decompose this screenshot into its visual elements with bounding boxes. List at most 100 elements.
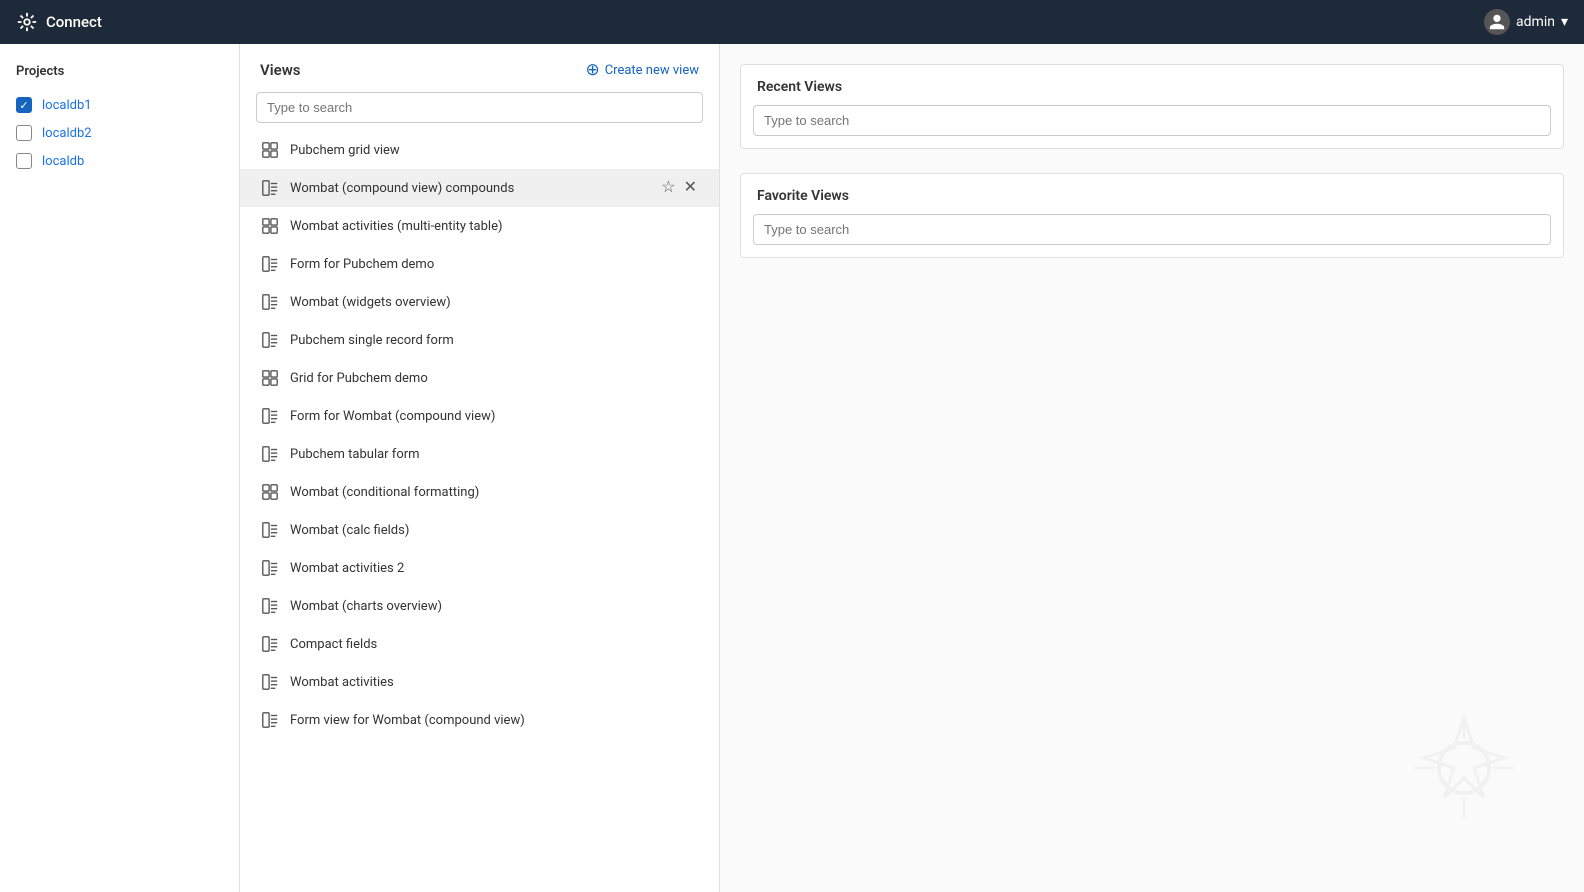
- close-button[interactable]: ✕: [682, 254, 699, 274]
- view-label: Wombat (widgets overview): [290, 295, 649, 310]
- favorite-views-search-input[interactable]: [753, 214, 1551, 245]
- view-label: Wombat activities 2: [290, 561, 649, 576]
- view-item[interactable]: Pubchem tabular form ☆ ✕: [240, 435, 719, 473]
- star-button[interactable]: ☆: [659, 368, 677, 388]
- close-button[interactable]: ✕: [682, 520, 699, 540]
- views-list: Pubchem grid view ☆ ✕ Wombat (compound v…: [240, 131, 719, 892]
- star-button[interactable]: ☆: [659, 292, 677, 312]
- sidebar: Projects localdb1 localdb2 localdb: [0, 44, 240, 892]
- view-item[interactable]: Wombat (conditional formatting) ☆ ✕: [240, 473, 719, 511]
- view-item[interactable]: Pubchem single record form ☆ ✕: [240, 321, 719, 359]
- form-icon: [260, 254, 280, 274]
- favorite-views-section: Favorite Views: [740, 173, 1564, 258]
- star-button[interactable]: ☆: [659, 672, 677, 692]
- close-button[interactable]: ✕: [682, 292, 699, 312]
- view-item[interactable]: Form view for Wombat (compound view) ☆ ✕: [240, 701, 719, 739]
- star-button[interactable]: ☆: [659, 596, 677, 616]
- form-icon: [260, 406, 280, 426]
- close-button[interactable]: ✕: [682, 558, 699, 578]
- close-button[interactable]: ✕: [682, 216, 699, 236]
- view-item[interactable]: Grid for Pubchem demo ☆ ✕: [240, 359, 719, 397]
- view-label: Wombat (conditional formatting): [290, 485, 649, 500]
- form-icon: [260, 596, 280, 616]
- sidebar-item-localdb2[interactable]: localdb2: [0, 119, 239, 147]
- star-button[interactable]: ☆: [659, 254, 677, 274]
- views-search-container: [256, 92, 703, 123]
- view-label: Pubchem single record form: [290, 333, 649, 348]
- sidebar-item-localdb1[interactable]: localdb1: [0, 91, 239, 119]
- views-search-input[interactable]: [256, 92, 703, 123]
- navbar-user[interactable]: admin ▾: [1484, 9, 1568, 35]
- recent-views-search-input[interactable]: [753, 105, 1551, 136]
- sidebar-checkbox-localdb1[interactable]: [16, 97, 32, 113]
- view-item[interactable]: Form for Wombat (compound view) ☆ ✕: [240, 397, 719, 435]
- star-button[interactable]: ☆: [659, 634, 677, 654]
- sidebar-item-label-localdb2: localdb2: [42, 126, 92, 141]
- avatar: [1484, 9, 1510, 35]
- star-button[interactable]: ☆: [659, 406, 677, 426]
- user-chevron-icon: ▾: [1561, 14, 1568, 30]
- star-button[interactable]: ☆: [659, 710, 677, 730]
- navbar-brand: Connect: [16, 11, 102, 33]
- view-label: Wombat (compound view) compounds: [290, 181, 649, 196]
- favorite-views-search-container: [741, 214, 1563, 257]
- close-button[interactable]: ✕: [682, 406, 699, 426]
- watermark: [1404, 708, 1524, 832]
- view-label: Compact fields: [290, 637, 649, 652]
- close-button[interactable]: ✕: [682, 368, 699, 388]
- view-item[interactable]: Form for Pubchem demo ☆ ✕: [240, 245, 719, 283]
- app-name: Connect: [46, 13, 102, 31]
- app-logo-icon: [16, 11, 38, 33]
- view-item[interactable]: Wombat (calc fields) ☆ ✕: [240, 511, 719, 549]
- sidebar-title: Projects: [0, 64, 239, 91]
- sidebar-checkbox-localdb2[interactable]: [16, 125, 32, 141]
- close-button[interactable]: ✕: [682, 178, 699, 198]
- close-button[interactable]: ✕: [682, 634, 699, 654]
- sidebar-item-label-localdb: localdb: [42, 154, 84, 169]
- view-item[interactable]: Pubchem grid view ☆ ✕: [240, 131, 719, 169]
- close-button[interactable]: ✕: [682, 596, 699, 616]
- star-button[interactable]: ☆: [659, 558, 677, 578]
- close-button[interactable]: ✕: [682, 444, 699, 464]
- view-item[interactable]: Wombat (charts overview) ☆ ✕: [240, 587, 719, 625]
- grid-icon: [260, 216, 280, 236]
- recent-views-title: Recent Views: [741, 65, 1563, 105]
- close-button[interactable]: ✕: [682, 710, 699, 730]
- form-icon: [260, 672, 280, 692]
- create-new-view-button[interactable]: ⊕ Create new view: [585, 60, 699, 80]
- form-icon: [260, 520, 280, 540]
- plus-circle-icon: ⊕: [585, 60, 599, 80]
- star-button[interactable]: ☆: [659, 444, 677, 464]
- view-item[interactable]: Wombat (compound view) compounds ☆ ✕: [240, 169, 719, 207]
- star-button[interactable]: ☆: [659, 482, 677, 502]
- star-button[interactable]: ☆: [659, 216, 677, 236]
- view-item[interactable]: Wombat (widgets overview) ☆ ✕: [240, 283, 719, 321]
- view-label: Pubchem tabular form: [290, 447, 649, 462]
- favorite-views-title: Favorite Views: [741, 174, 1563, 214]
- view-label: Wombat activities (multi-entity table): [290, 219, 649, 234]
- view-item[interactable]: Wombat activities 2 ☆ ✕: [240, 549, 719, 587]
- sidebar-checkbox-localdb[interactable]: [16, 153, 32, 169]
- close-button[interactable]: ✕: [682, 672, 699, 692]
- views-header: Views ⊕ Create new view: [240, 44, 719, 92]
- view-item[interactable]: Compact fields ☆ ✕: [240, 625, 719, 663]
- star-button[interactable]: ☆: [659, 140, 677, 160]
- close-button[interactable]: ✕: [682, 482, 699, 502]
- form-icon: [260, 634, 280, 654]
- close-button[interactable]: ✕: [682, 330, 699, 350]
- star-button[interactable]: ☆: [659, 520, 677, 540]
- close-button[interactable]: ✕: [682, 140, 699, 160]
- grid-icon: [260, 482, 280, 502]
- view-item[interactable]: Wombat activities ☆ ✕: [240, 663, 719, 701]
- create-new-view-label: Create new view: [605, 63, 699, 78]
- star-button[interactable]: ☆: [659, 178, 677, 198]
- views-title: Views: [260, 61, 301, 79]
- star-button[interactable]: ☆: [659, 330, 677, 350]
- form-icon: [260, 444, 280, 464]
- view-label: Pubchem grid view: [290, 143, 649, 158]
- sidebar-item-localdb[interactable]: localdb: [0, 147, 239, 175]
- view-actions: ☆ ✕: [659, 178, 699, 198]
- form-icon: [260, 292, 280, 312]
- main-layout: Projects localdb1 localdb2 localdb Views…: [0, 44, 1584, 892]
- view-item[interactable]: Wombat activities (multi-entity table) ☆…: [240, 207, 719, 245]
